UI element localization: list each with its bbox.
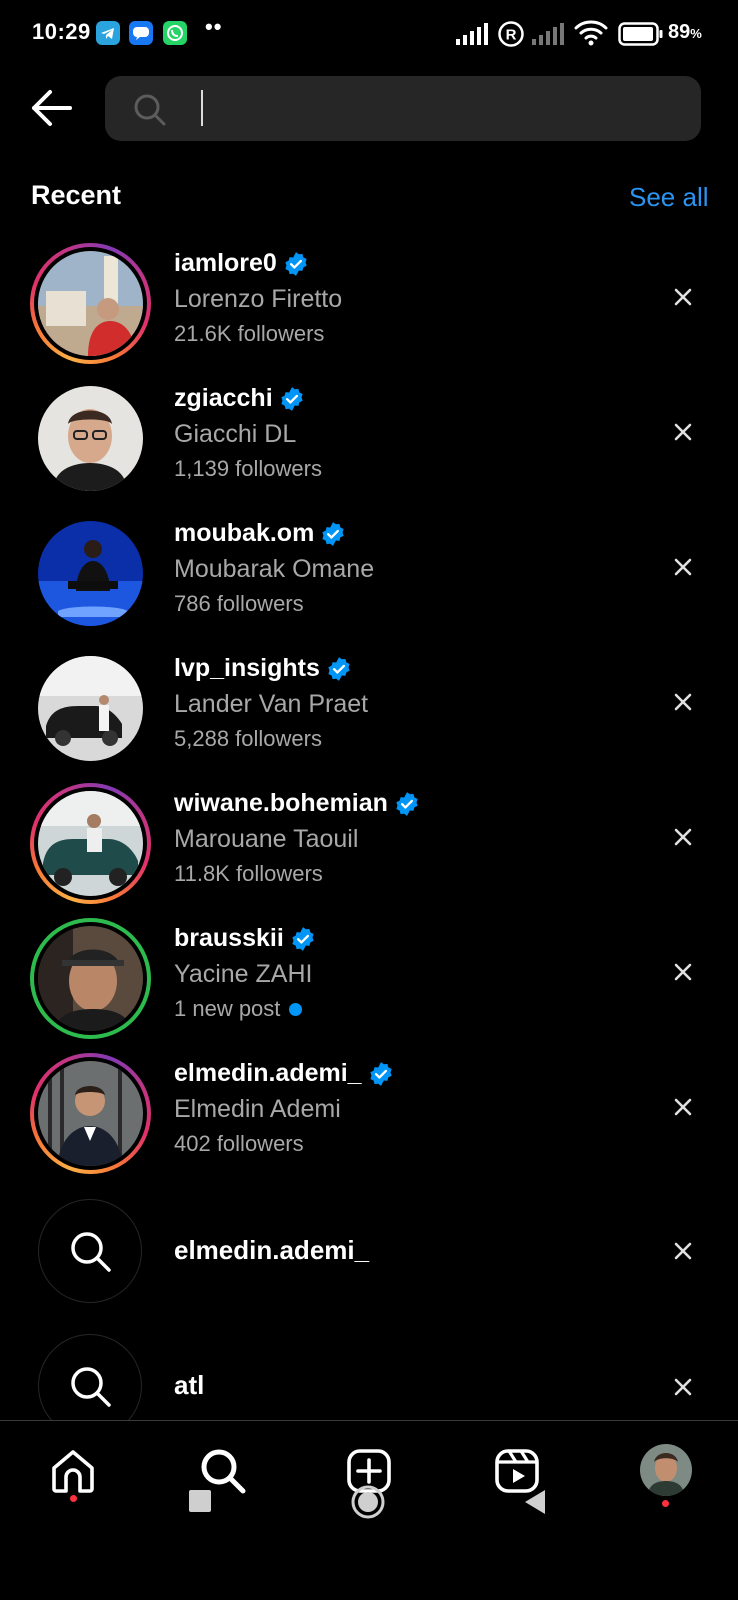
search-query-text: elmedin.ademi_ xyxy=(174,1235,370,1265)
follower-count: 786 followers xyxy=(174,591,304,616)
back-button[interactable] xyxy=(26,86,78,130)
back-nav-button[interactable] xyxy=(521,1487,551,1517)
follower-count: 5,288 followers xyxy=(174,726,322,751)
verified-badge-icon xyxy=(322,521,344,546)
list-item-account[interactable]: lvp_insights Lander Van Praet 5,288 foll… xyxy=(0,646,738,781)
verified-badge-icon xyxy=(285,251,307,276)
username: wiwane.bohemian xyxy=(174,789,420,818)
roaming-icon: R xyxy=(498,21,524,47)
status-time: 10:29 xyxy=(32,19,91,44)
full-name: Marouane Taouil xyxy=(174,825,359,853)
see-all-link[interactable]: See all xyxy=(629,182,709,213)
list-item-account[interactable]: moubak.om Moubarak Omane 786 followers xyxy=(0,511,738,646)
search-icon[interactable] xyxy=(198,1446,248,1496)
new-post-indicator: 1 new post xyxy=(174,996,303,1022)
follower-count: 21.6K followers xyxy=(174,321,325,346)
notification-dot-icon xyxy=(662,1500,669,1507)
avatar xyxy=(38,656,143,761)
remove-recent-button[interactable] xyxy=(668,282,698,312)
avatar xyxy=(38,791,143,896)
list-item-account[interactable]: iamlore0 Lorenzo Firetto 21.6K followers xyxy=(0,241,738,376)
full-name: Giacchi DL xyxy=(174,420,297,448)
verified-badge-icon xyxy=(292,926,314,951)
status-bar: 10:29 •• R 89% xyxy=(0,0,738,70)
remove-recent-button[interactable] xyxy=(668,957,698,987)
remove-recent-button[interactable] xyxy=(668,552,698,582)
search-history-icon xyxy=(38,1199,142,1303)
avatar xyxy=(38,251,143,356)
verified-badge-icon xyxy=(369,1061,392,1086)
story-ring xyxy=(30,243,151,364)
story-ring xyxy=(30,783,151,904)
story-ring xyxy=(30,1053,151,1174)
username: moubak.om xyxy=(174,519,346,548)
username: iamlore0 xyxy=(174,249,309,278)
remove-recent-button[interactable] xyxy=(668,1236,698,1266)
search-input[interactable] xyxy=(198,88,682,130)
close-friends-ring xyxy=(30,918,151,1039)
avatar xyxy=(38,521,143,626)
wifi-icon xyxy=(574,20,608,46)
signal-secondary-icon xyxy=(532,23,564,45)
full-name: Lorenzo Firetto xyxy=(174,285,343,313)
search-icon xyxy=(71,1367,111,1407)
remove-recent-button[interactable] xyxy=(668,822,698,852)
verified-badge-icon xyxy=(328,656,350,681)
full-name: Lander Van Praet xyxy=(174,690,369,718)
system-navigation-bar xyxy=(0,1521,738,1600)
remove-recent-button[interactable] xyxy=(668,1092,698,1122)
signal-icon xyxy=(456,23,488,45)
list-item-account[interactable]: elmedin.ademi_ Elmedin Ademi 402 followe… xyxy=(0,1051,738,1186)
verified-badge-icon xyxy=(281,386,303,411)
arrow-left-icon xyxy=(32,90,72,126)
username: lvp_insights xyxy=(174,654,352,683)
new-post-dot-icon xyxy=(289,1002,303,1016)
list-item-account[interactable]: zgiacchi Giacchi DL 1,139 followers xyxy=(0,376,738,511)
home-icon[interactable] xyxy=(48,1446,98,1496)
verified-badge-icon xyxy=(396,791,418,816)
full-name: Yacine ZAHI xyxy=(174,960,313,988)
notification-dot-icon xyxy=(70,1495,77,1502)
home-button[interactable] xyxy=(350,1484,386,1520)
avatar xyxy=(38,1061,143,1166)
whatsapp-icon xyxy=(163,21,187,45)
telegram-icon xyxy=(96,21,120,45)
more-notifications-icon: •• xyxy=(205,14,223,39)
list-item-search-query[interactable]: atl xyxy=(0,1321,738,1420)
avatar xyxy=(38,926,143,1031)
full-name: Moubarak Omane xyxy=(174,555,375,583)
battery-icon xyxy=(618,22,663,46)
remove-recent-button[interactable] xyxy=(668,417,698,447)
avatar xyxy=(38,386,143,491)
follower-count: 1,139 followers xyxy=(174,456,322,481)
svg-text:R: R xyxy=(506,27,517,44)
search-query-text: atl xyxy=(174,1370,205,1400)
remove-recent-button[interactable] xyxy=(668,687,698,717)
recents-button[interactable] xyxy=(189,1490,211,1512)
list-item-account[interactable]: wiwane.bohemian Marouane Taouil 11.8K fo… xyxy=(0,781,738,916)
follower-count: 402 followers xyxy=(174,1131,304,1156)
messenger-icon xyxy=(129,21,153,45)
follower-count: 11.8K followers xyxy=(174,861,323,886)
search-history-icon xyxy=(38,1334,142,1420)
text-caret xyxy=(201,90,203,126)
username: zgiacchi xyxy=(174,384,305,413)
full-name: Elmedin Ademi xyxy=(174,1095,341,1123)
battery-percentage: 89% xyxy=(668,21,702,43)
search-icon xyxy=(71,1232,111,1272)
list-item-account[interactable]: brausskii Yacine ZAHI 1 new post xyxy=(0,916,738,1051)
list-item-search-query[interactable]: elmedin.ademi_ xyxy=(0,1186,738,1321)
search-icon xyxy=(134,94,166,126)
username: brausskii xyxy=(174,924,316,953)
remove-recent-button[interactable] xyxy=(668,1372,698,1402)
profile-avatar[interactable] xyxy=(640,1444,692,1496)
recent-heading: Recent xyxy=(31,180,122,210)
username: elmedin.ademi_ xyxy=(174,1059,394,1088)
